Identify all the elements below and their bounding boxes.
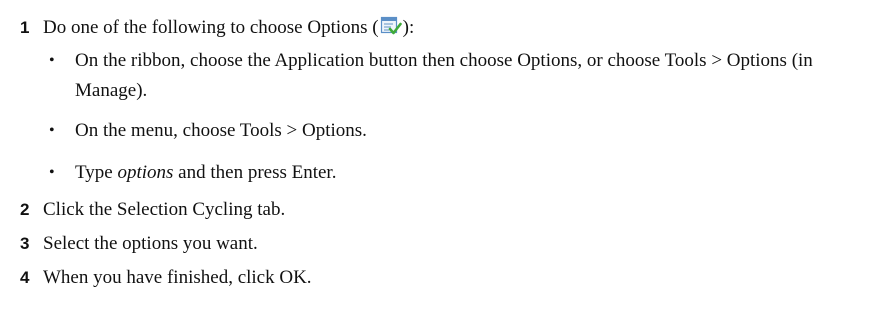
bullet-text: Type options and then press Enter. (75, 162, 337, 183)
bullet-symbol: • (49, 122, 55, 139)
options-icon (380, 16, 402, 36)
step-text: Do one of the following to choose Option… (43, 16, 415, 38)
step-number: 4 (20, 268, 30, 287)
page: { "steps": [ {"number": "1", "text_befor… (0, 0, 871, 309)
bullet-text: On the ribbon, choose the Application bu… (75, 50, 813, 101)
bullet-symbol: • (49, 52, 55, 69)
step-text: Select the options you want. (43, 233, 258, 254)
step-text: Click the Selection Cycling tab. (43, 199, 286, 220)
bullet-text: On the menu, choose Tools > Options. (75, 120, 367, 141)
step-text: When you have finished, click OK. (43, 267, 312, 288)
step-number: 2 (20, 200, 30, 219)
command-name: options (117, 162, 174, 183)
bullet-symbol: • (49, 164, 55, 181)
step-number: 1 (20, 18, 30, 37)
step-number: 3 (20, 234, 30, 253)
